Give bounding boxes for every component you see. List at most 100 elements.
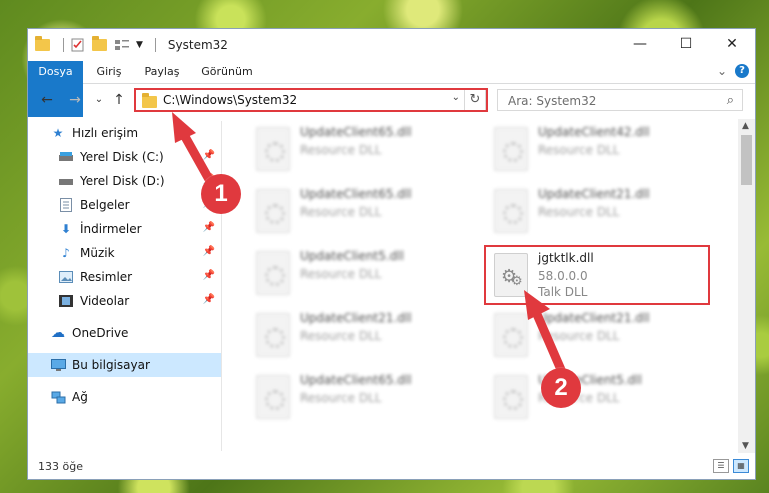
file-name: UpdateClient65.dll (300, 373, 412, 387)
search-input[interactable]: Ara: System32 (508, 94, 596, 108)
sidebar-item-videos[interactable]: Videolar 📌 (28, 289, 221, 313)
sidebar-item-downloads[interactable]: ⬇ İndirmeler 📌 (28, 217, 221, 241)
view-options-icon[interactable] (114, 37, 130, 53)
tiles-view-icon[interactable]: ▦ (733, 459, 749, 473)
file-name: UpdateClient65.dll (300, 187, 412, 201)
tab-share[interactable]: Paylaş (140, 61, 184, 83)
sidebar-item-disk-c[interactable]: Yerel Disk (C:) 📌 (28, 145, 221, 169)
status-bar: 133 öğe ☰ ▦ (28, 455, 755, 479)
back-button[interactable]: ← (38, 91, 56, 109)
scroll-thumb[interactable] (741, 135, 752, 185)
cloud-icon: ☁ (51, 325, 65, 341)
vertical-scrollbar[interactable]: ▲ ▼ (738, 119, 755, 453)
file-highlight-box (484, 245, 710, 305)
pin-icon[interactable]: 📌 (203, 222, 215, 233)
customize-dropdown-icon[interactable]: ▼ (136, 40, 143, 50)
dll-file-icon (494, 375, 528, 419)
sidebar-item-documents[interactable]: Belgeler 📌 (28, 193, 221, 217)
sidebar-item-label: Bu bilgisayar (72, 358, 150, 372)
file-item[interactable]: UpdateClient21.dll Resource DLL (484, 183, 714, 239)
file-item[interactable]: UpdateClient65.dll Resource DLL (246, 121, 476, 177)
address-path[interactable]: C:\Windows\System32 (163, 93, 297, 107)
step-badge-1: 1 (201, 174, 241, 214)
close-button[interactable]: ✕ (709, 29, 755, 59)
dll-file-icon (494, 313, 528, 357)
step-badge-2: 2 (541, 368, 581, 408)
help-icon[interactable]: ? (735, 64, 749, 78)
ribbon-expand-icon[interactable]: ⌄ (717, 64, 727, 78)
properties-icon[interactable] (70, 37, 86, 53)
dll-file-icon (256, 375, 290, 419)
search-icon[interactable]: ⌕ (727, 93, 734, 108)
navigation-bar: ← → ⌄ ↑ C:\Windows\System32 ⌄ ↻ Ara: Sys… (28, 87, 755, 115)
search-box[interactable]: Ara: System32 ⌕ (497, 89, 743, 111)
dll-file-icon (256, 127, 290, 171)
window-title: System32 (167, 38, 228, 52)
up-button[interactable]: ↑ (110, 91, 128, 109)
address-dropdown-icon[interactable]: ⌄ (452, 92, 460, 103)
file-description: Resource DLL (538, 143, 620, 157)
file-item[interactable]: UpdateClient42.dll Resource DLL (484, 121, 714, 177)
refresh-button[interactable]: ↻ (465, 89, 486, 111)
address-bar[interactable]: C:\Windows\System32 ⌄ (135, 89, 465, 111)
star-icon: ★ (52, 126, 64, 140)
file-item[interactable]: UpdateClient65.dll Resource DLL (246, 183, 476, 239)
sidebar-item-label: Hızlı erişim (72, 126, 139, 140)
pictures-icon (58, 270, 74, 284)
file-description: Resource DLL (300, 391, 382, 405)
forward-button[interactable]: → (66, 91, 84, 109)
drive-icon (58, 174, 74, 188)
navigation-pane: ★ Hızlı erişim Yerel Disk (C:) 📌 Yerel D… (28, 121, 221, 447)
details-view-icon[interactable]: ☰ (713, 459, 729, 473)
sidebar-item-label: Resimler (80, 270, 133, 284)
sidebar-item-label: Videolar (80, 294, 130, 308)
pin-icon[interactable]: 📌 (203, 246, 215, 257)
documents-icon (58, 198, 74, 212)
file-description: Resource DLL (300, 143, 382, 157)
sidebar-item-pictures[interactable]: Resimler 📌 (28, 265, 221, 289)
minimize-button[interactable]: — (617, 29, 663, 59)
sidebar-item-quick-access[interactable]: ★ Hızlı erişim (28, 121, 221, 145)
file-item[interactable]: UpdateClient65.dll Resource DLL (246, 369, 476, 425)
file-item[interactable]: UpdateClient5.dll Resource DLL (484, 369, 714, 425)
file-item[interactable]: UpdateClient21.dll Resource DLL (246, 307, 476, 363)
sidebar-item-label: Belgeler (80, 198, 130, 212)
tab-view[interactable]: Görünüm (198, 61, 256, 83)
pin-icon[interactable]: 📌 (203, 294, 215, 305)
new-folder-icon[interactable] (92, 36, 108, 53)
network-icon (50, 390, 66, 404)
sidebar-item-label: OneDrive (72, 326, 129, 340)
dll-file-icon (256, 251, 290, 295)
dll-file-icon (256, 313, 290, 357)
file-item[interactable]: UpdateClient21.dll Resource DLL (484, 307, 714, 363)
sidebar-item-network[interactable]: Ağ (28, 385, 221, 409)
sidebar-item-label: Yerel Disk (D:) (80, 174, 165, 188)
maximize-button[interactable]: ☐ (663, 29, 709, 59)
sidebar-item-disk-d[interactable]: Yerel Disk (D:) 📌 (28, 169, 221, 193)
recent-locations-button[interactable]: ⌄ (90, 91, 108, 109)
file-name: UpdateClient5.dll (300, 249, 404, 263)
folder-icon (142, 93, 157, 108)
file-name: UpdateClient21.dll (300, 311, 412, 325)
file-description: Resource DLL (538, 329, 620, 343)
file-item[interactable]: UpdateClient5.dll Resource DLL (246, 245, 476, 301)
sidebar-item-music[interactable]: ♪ Müzik 📌 (28, 241, 221, 265)
file-description: Resource DLL (300, 205, 382, 219)
dll-file-icon (494, 189, 528, 233)
scroll-down-icon[interactable]: ▼ (742, 441, 749, 451)
sidebar-item-this-pc[interactable]: Bu bilgisayar (28, 353, 221, 377)
pin-icon[interactable]: 📌 (203, 150, 215, 161)
tab-home[interactable]: Giriş (90, 61, 128, 83)
file-name: UpdateClient21.dll (538, 187, 650, 201)
computer-icon (50, 358, 66, 372)
ribbon: Dosya Giriş Paylaş Görünüm ⌄ ? (28, 61, 755, 117)
folder-icon (35, 36, 51, 53)
sidebar-item-label: Müzik (80, 246, 115, 260)
file-name: UpdateClient42.dll (538, 125, 650, 139)
file-name: UpdateClient65.dll (300, 125, 412, 139)
scroll-up-icon[interactable]: ▲ (742, 121, 749, 131)
pin-icon[interactable]: 📌 (203, 270, 215, 281)
file-name: UpdateClient21.dll (538, 311, 650, 325)
dll-file-icon (256, 189, 290, 233)
sidebar-item-onedrive[interactable]: ☁ OneDrive (28, 321, 221, 345)
